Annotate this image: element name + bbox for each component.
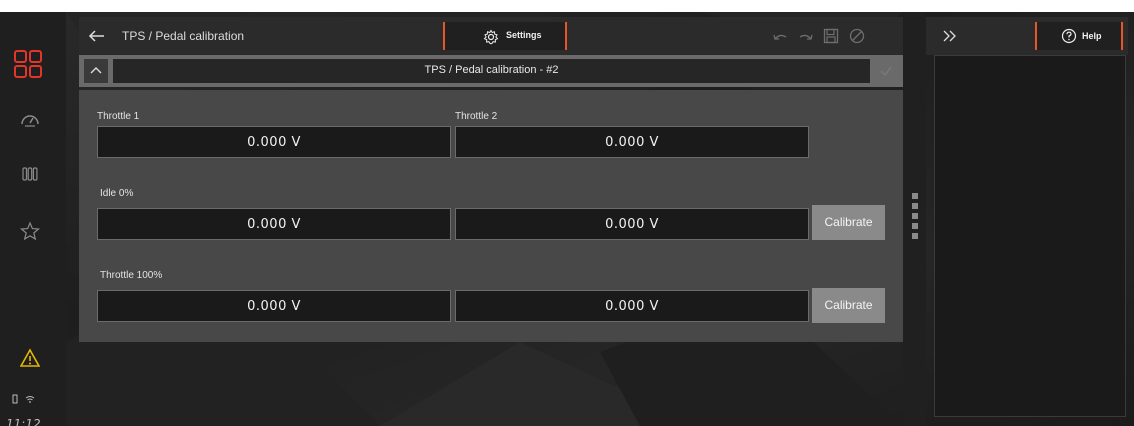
cancel-icon[interactable] — [848, 27, 866, 45]
check-icon — [877, 62, 895, 80]
full-value-2: 0.000 V — [605, 299, 659, 314]
idle-value-1: 0.000 V — [247, 217, 301, 232]
status-icons — [12, 394, 42, 406]
idle-value-2: 0.000 V — [605, 217, 659, 232]
throttle1-value: 0.000 V — [247, 135, 301, 150]
warning-triangle-icon[interactable] — [19, 348, 41, 368]
throttle1-value-field[interactable]: 0.000 V — [97, 126, 451, 158]
help-panel-body — [934, 55, 1126, 417]
full-value-field-1[interactable]: 0.000 V — [97, 290, 451, 322]
back-arrow-icon[interactable] — [87, 26, 107, 46]
idle-value-field-2[interactable]: 0.000 V — [455, 208, 809, 240]
throttle2-label: Throttle 2 — [455, 111, 498, 122]
panel-splitter-handle[interactable] — [912, 193, 920, 245]
battery-wifi-icon — [12, 394, 35, 404]
settings-label: Settings — [506, 30, 542, 40]
undo-icon[interactable] — [771, 27, 789, 45]
double-chevron-right-icon[interactable] — [941, 27, 959, 45]
idle-label: Idle 0% — [100, 188, 134, 199]
top-band — [0, 0, 1134, 12]
section-title-box: TPS / Pedal calibration - #2 — [113, 59, 870, 83]
section-title: TPS / Pedal calibration - #2 — [424, 64, 559, 76]
columns-icon[interactable] — [19, 163, 41, 185]
full-throttle-label: Throttle 100% — [100, 270, 163, 281]
gear-icon — [483, 29, 499, 45]
breadcrumb: TPS / Pedal calibration — [122, 29, 245, 43]
logo-icon[interactable] — [14, 50, 44, 80]
idle-value-field-1[interactable]: 0.000 V — [97, 208, 451, 240]
help-tab[interactable]: Help — [1035, 22, 1123, 50]
redo-icon[interactable] — [797, 27, 815, 45]
chevron-up-icon — [90, 67, 102, 74]
save-icon[interactable] — [822, 27, 840, 45]
collapse-button[interactable] — [84, 59, 108, 83]
clock: 11:12 — [6, 417, 41, 426]
help-label: Help — [1082, 31, 1102, 41]
app-root: 11:12 TPS / Pedal calibration Settings T — [0, 0, 1134, 426]
full-value-1: 0.000 V — [247, 299, 301, 314]
top-bar: TPS / Pedal calibration Settings — [79, 17, 903, 55]
idle-calibrate-button[interactable]: Calibrate — [812, 205, 885, 240]
calibration-form: Throttle 1 Throttle 2 0.000 V 0.000 V Id… — [79, 90, 903, 342]
full-value-field-2[interactable]: 0.000 V — [455, 290, 809, 322]
help-panel-header: Help — [926, 17, 1128, 55]
throttle2-value-field[interactable]: 0.000 V — [455, 126, 809, 158]
star-icon[interactable] — [19, 220, 41, 242]
left-sidebar: 11:12 — [0, 12, 66, 426]
throttle1-label: Throttle 1 — [97, 111, 140, 122]
question-circle-icon — [1061, 28, 1077, 44]
gauge-icon[interactable] — [19, 109, 41, 131]
throttle2-value: 0.000 V — [605, 135, 659, 150]
settings-tab[interactable]: Settings — [443, 22, 567, 50]
section-header: TPS / Pedal calibration - #2 — [79, 55, 903, 87]
full-calibrate-button[interactable]: Calibrate — [812, 288, 885, 323]
